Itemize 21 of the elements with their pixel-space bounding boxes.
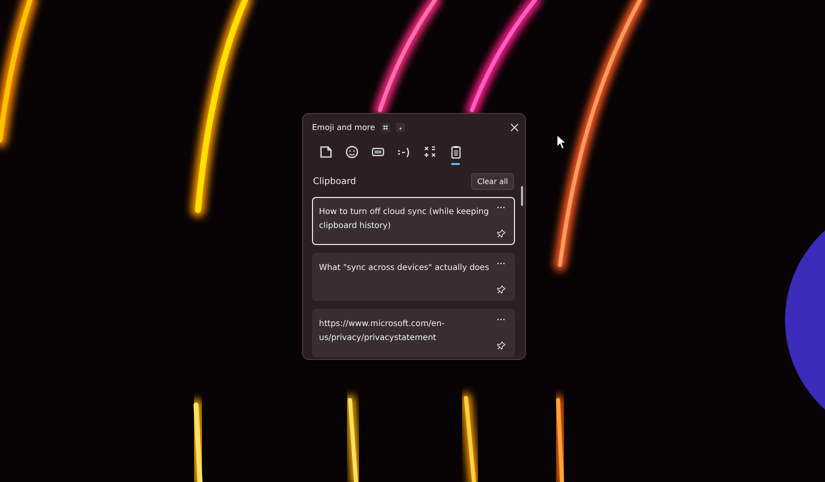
mouse-cursor-icon	[556, 134, 568, 150]
more-icon[interactable]	[497, 318, 505, 321]
clipboard-text: https://www.microsoft.com/en-us/privacy/privacystatement	[319, 317, 446, 344]
more-icon[interactable]	[497, 262, 505, 265]
more-icon[interactable]	[497, 206, 505, 209]
clipboard-item[interactable]: https://www.microsoft.com/en-us/privacy/privacystatement	[312, 309, 515, 357]
symbols-icon[interactable]	[422, 144, 438, 160]
pin-icon[interactable]	[497, 341, 506, 350]
pin-icon[interactable]	[497, 229, 506, 238]
scrollbar[interactable]	[521, 186, 523, 206]
grid-icon[interactable]	[381, 122, 390, 132]
emoji-icon[interactable]	[344, 144, 360, 160]
pin-icon[interactable]	[497, 285, 506, 294]
sticker-icon[interactable]	[318, 144, 334, 160]
clipboard-text: How to turn off cloud sync (while keeping clipboard history)	[319, 205, 490, 232]
clipboard-item[interactable]: How to turn off cloud sync (while keeping clipboard history)	[312, 197, 515, 245]
section-title: Clipboard	[313, 176, 356, 186]
close-icon[interactable]	[510, 122, 519, 132]
clipboard-item[interactable]: What "sync across devices" actually does	[312, 253, 515, 301]
window-title: Emoji and more	[312, 122, 376, 132]
clipboard-text: What "sync across devices" actually does	[319, 261, 490, 274]
